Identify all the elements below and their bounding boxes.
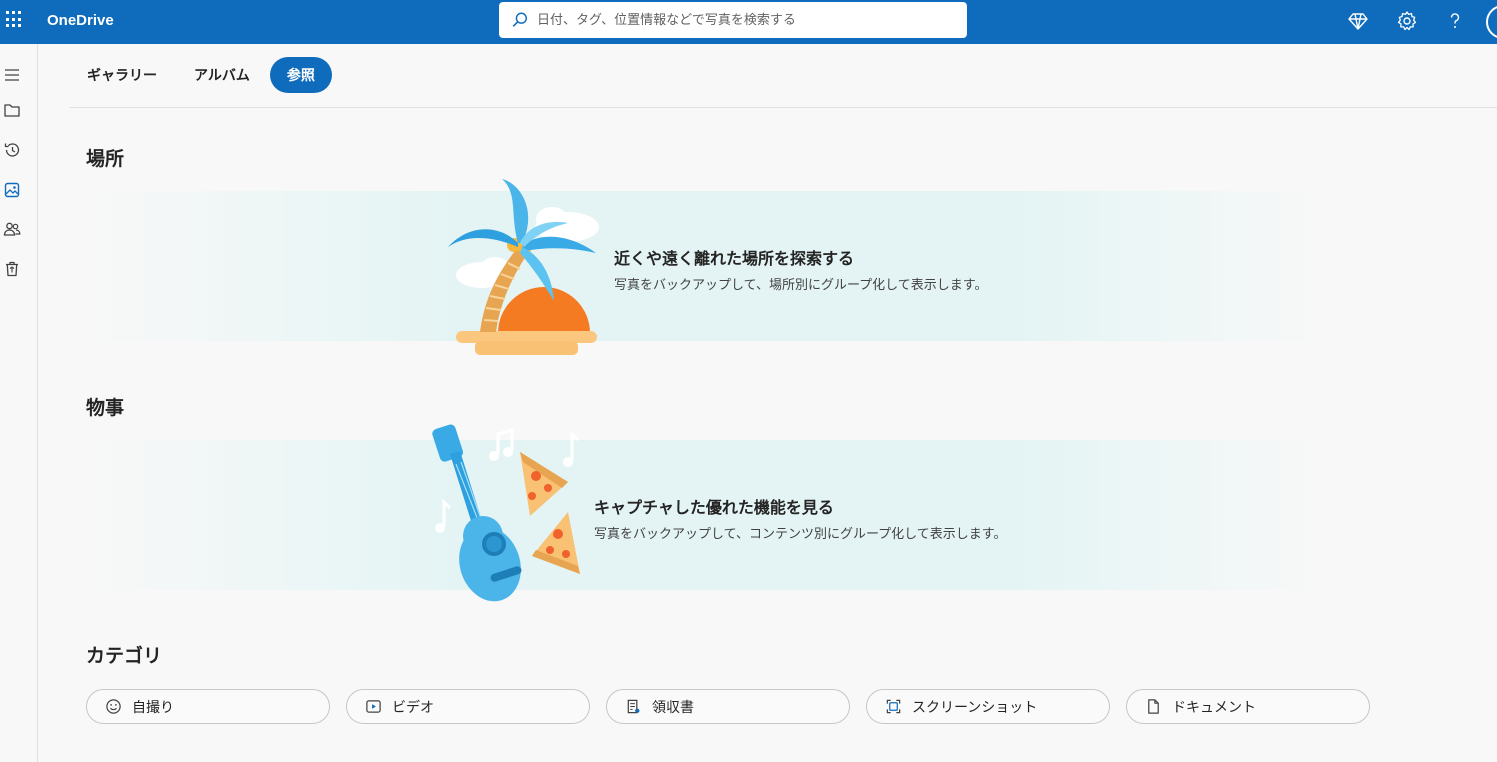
settings-gear-icon[interactable] [1396,10,1418,32]
search-box[interactable] [499,2,967,38]
top-bar: OneDrive [0,0,1497,44]
screenshot-icon [886,699,901,714]
category-label: スクリーンショット [912,699,1038,716]
tab-albums[interactable]: アルバム [177,57,267,93]
category-label: 自撮り [132,699,174,716]
category-pills: 自撮り ビデオ 領収書 スクリーンショット ドキュメント [86,689,1386,724]
receipt-icon [627,699,640,714]
help-question-icon[interactable] [1444,10,1466,32]
things-section-title: 物事 [86,397,125,419]
recycle-bin-icon[interactable] [3,260,25,282]
category-receipt-button[interactable]: 領収書 [606,689,850,724]
category-label: ドキュメント [1172,699,1256,716]
video-icon [366,700,381,713]
categories-section-title: カテゴリ [86,645,163,667]
category-label: 領収書 [652,699,694,716]
category-selfie-button[interactable]: 自撮り [86,689,330,724]
category-document-button[interactable]: ドキュメント [1126,689,1370,724]
document-icon [1148,699,1159,714]
menu-hamburger-icon[interactable] [3,66,25,88]
tab-gallery[interactable]: ギャラリー [70,57,174,93]
account-avatar[interactable] [1486,5,1497,39]
places-banner-title: 近くや遠く離れた場所を探索する [614,249,855,268]
guitar-pizza-illustration [432,424,580,602]
premium-diamond-icon[interactable] [1347,10,1369,32]
things-banner-subtitle: 写真をバックアップして、コンテンツ別にグループ化して表示します。 [594,527,1007,542]
places-section-title: 場所 [86,148,125,170]
left-nav-rail [0,44,38,762]
tab-browse[interactable]: 参照 [269,57,332,93]
tabs-divider [70,107,1497,108]
category-video-button[interactable]: ビデオ [346,689,590,724]
app-launcher-icon[interactable] [6,11,24,29]
app-title[interactable]: OneDrive [47,12,114,29]
shared-people-icon[interactable] [3,220,25,242]
smile-icon [106,699,121,714]
places-banner-subtitle: 写真をバックアップして、場所別にグループ化して表示します。 [614,278,988,293]
category-screenshot-button[interactable]: スクリーンショット [866,689,1110,724]
palm-tree-sunset-illustration [448,179,599,355]
category-label: ビデオ [392,699,434,716]
search-input[interactable] [537,5,957,35]
photos-image-icon[interactable] [3,181,25,203]
recent-history-icon[interactable] [3,141,25,163]
my-files-folder-icon[interactable] [3,101,25,123]
search-icon [512,12,528,27]
things-banner-title: キャプチャした優れた機能を見る [594,498,834,517]
photo-view-tabs: ギャラリー アルバム 参照 [70,57,332,93]
